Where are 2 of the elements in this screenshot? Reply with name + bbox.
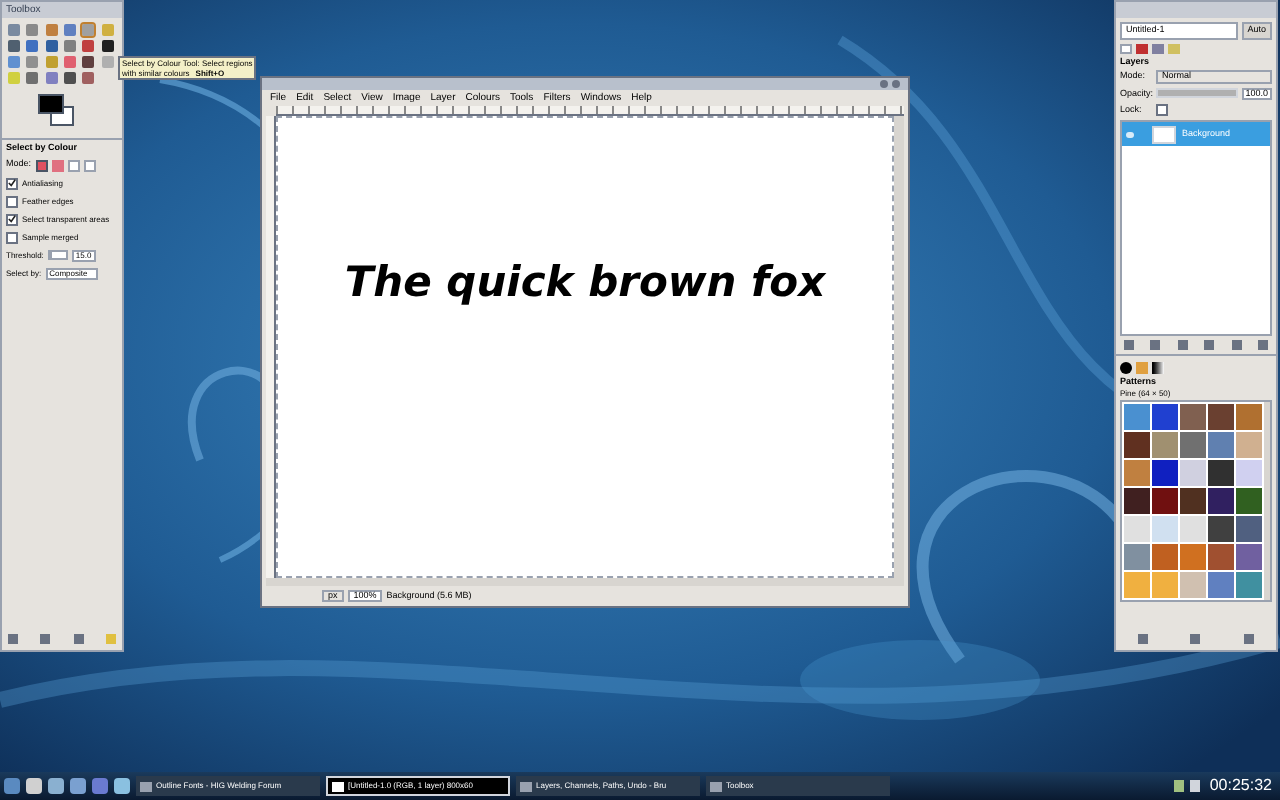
clock: 00:25:32 (1207, 778, 1274, 794)
canvas-text: The quick brown fox (344, 262, 826, 304)
